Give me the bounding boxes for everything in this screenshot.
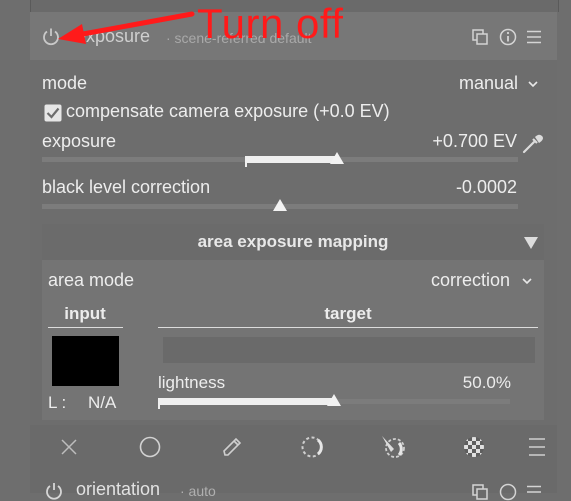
multi-instance-icon[interactable] [471,483,489,501]
black-level-label: black level correction [42,177,211,197]
lightness-label: lightness [158,373,226,392]
input-color-swatch[interactable] [52,336,119,386]
power-icon[interactable] [44,481,64,501]
mode-value: manual [458,73,518,93]
target-column-underline [158,327,538,328]
pencil-icon[interactable] [220,435,244,459]
power-icon[interactable] [40,26,62,48]
area-exposure-mapping-title: area exposure mapping [197,232,389,251]
collapse-triangle-icon[interactable] [524,237,538,249]
lightness-readout-prefix: L : [48,393,67,412]
presets-icon[interactable] [525,483,543,501]
exposure-label: exposure [42,131,117,151]
dashed-circle-icon[interactable] [300,435,326,459]
black-level-slider[interactable] [42,199,518,215]
target-color-swatch[interactable] [163,337,535,363]
area-exposure-mapping-header[interactable]: area exposure mapping [42,224,544,260]
presets-icon[interactable] [525,28,543,46]
brush-mask-icon[interactable] [380,433,408,461]
raster-mask-icon[interactable] [462,435,486,459]
compensate-checkbox[interactable]: compensate camera exposure (+0.0 EV) [44,101,424,125]
multi-instance-icon[interactable] [471,28,489,46]
circle-icon[interactable] [139,436,161,458]
exposure-value: +0.700 EV [432,131,517,151]
exposure-slider[interactable] [42,152,518,168]
area-mode-label: area mode [48,270,135,290]
menu-icon[interactable] [528,436,546,458]
black-level-slider-handle[interactable] [273,199,287,211]
close-icon[interactable] [60,438,78,456]
next-module-preset: · auto [180,483,216,499]
area-exposure-mapping-section: area exposure mapping area mode correcti… [42,224,544,420]
input-column-label: input [64,304,106,323]
input-column-underline [48,327,123,328]
lightness-slider-zero-marker [158,405,160,409]
module-title: exposure [76,26,151,46]
lightness-value: 50.0% [462,373,511,392]
checkbox-checked-icon[interactable] [44,104,62,122]
exposure-slider-fill [245,156,338,163]
area-mode-dropdown[interactable]: correction [402,270,538,292]
exposure-slider-handle[interactable] [330,152,345,164]
annotation-label: Turn off [197,0,344,47]
next-module-title: orientation [76,479,161,499]
mode-dropdown[interactable]: manual [430,73,540,95]
next-module-header[interactable]: orientation · auto [30,469,557,501]
color-picker-icon[interactable] [520,130,546,156]
lightness-slider[interactable] [158,394,510,410]
mask-toolbar [30,425,557,469]
area-mode-value: correction [430,270,510,290]
reset-icon[interactable] [499,483,517,501]
target-column-label: target [324,304,372,323]
lightness-slider-fill [158,398,334,405]
mode-label: mode [42,73,88,93]
lightness-slider-handle[interactable] [327,394,341,406]
chevron-down-icon [528,81,538,88]
black-level-value: -0.0002 [455,177,517,197]
lightness-readout-value: N/A [88,393,117,412]
chevron-down-icon [522,278,532,285]
reset-icon[interactable] [499,28,517,46]
exposure-slider-zero-marker [245,163,247,167]
compensate-label: compensate camera exposure (+0.0 EV) [66,101,390,121]
